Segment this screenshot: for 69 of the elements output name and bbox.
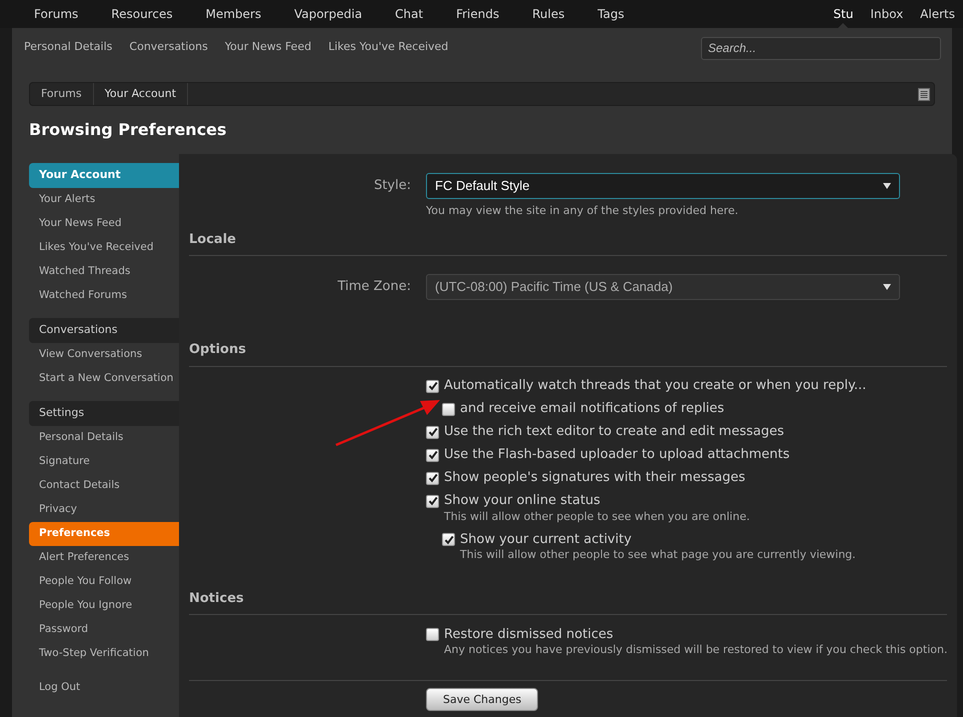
sidebar-item[interactable]: Likes You've Received bbox=[29, 236, 179, 260]
time-zone-select[interactable]: (UTC-08:00) Pacific Time (US & Canada) bbox=[426, 274, 900, 300]
option-hint: This will allow other people to see when you are online. bbox=[443, 508, 751, 524]
sidebar-item[interactable]: Privacy bbox=[29, 498, 179, 522]
sidebar-item[interactable]: Your Alerts bbox=[29, 188, 179, 212]
checkbox-label: Show people's signatures with their messages bbox=[444, 469, 746, 488]
search-field[interactable]: Search... bbox=[701, 36, 941, 60]
sidebar-item[interactable]: Two-Step Verification bbox=[29, 642, 179, 666]
sidebar-heading[interactable]: Conversations bbox=[29, 318, 179, 343]
checkbox[interactable] bbox=[426, 380, 439, 392]
sidebar-item[interactable]: View Conversations bbox=[29, 343, 179, 367]
sidebar-heading[interactable]: Settings bbox=[29, 401, 179, 426]
sub-nav-link[interactable]: Conversations bbox=[129, 38, 208, 56]
sub-nav-link[interactable]: Likes You've Received bbox=[328, 38, 448, 56]
checkbox-label: Show your current activity bbox=[460, 530, 632, 549]
sidebar-item[interactable]: Your News Feed bbox=[29, 212, 179, 236]
checkbox[interactable] bbox=[426, 448, 439, 462]
option-hint: This will allow other people to see what page you are currently viewing. bbox=[459, 547, 857, 563]
caret-icon bbox=[883, 183, 891, 189]
sub-nav-link[interactable]: Personal Details bbox=[24, 38, 112, 56]
nav-tab[interactable]: Friends bbox=[456, 5, 500, 23]
sidebar-item[interactable]: Contact Details bbox=[29, 474, 179, 498]
section-heading: Locale bbox=[189, 230, 948, 256]
checkbox-label: Use the Flash-based uploader to upload attachments bbox=[444, 446, 790, 464]
nav-tab[interactable]: Forums bbox=[34, 5, 78, 23]
nav-tab[interactable]: Tags bbox=[598, 5, 624, 23]
breadcrumb-link[interactable]: Your Account bbox=[94, 83, 188, 105]
section-heading: Options bbox=[189, 340, 948, 366]
checkbox-label: and receive email notifications of replies bbox=[460, 400, 724, 418]
sidebar-item[interactable]: Alert Preferences bbox=[29, 546, 179, 570]
checkbox[interactable] bbox=[442, 533, 455, 546]
nav-tab[interactable]: Resources bbox=[111, 5, 173, 23]
sidebar-item[interactable]: Log Out bbox=[29, 676, 179, 700]
menu-list-icon[interactable] bbox=[918, 88, 930, 100]
nav-tab[interactable]: Chat bbox=[395, 5, 424, 23]
checkbox-label: Use the rich text editor to create and edit messages bbox=[444, 423, 784, 442]
sidebar-heading[interactable]: Your Account bbox=[29, 163, 179, 188]
caret-icon bbox=[883, 284, 891, 290]
checkbox[interactable] bbox=[426, 494, 439, 508]
checkbox-label: Automatically watch threads that you create or when you reply... bbox=[444, 377, 866, 396]
sidebar-item[interactable]: Watched Threads bbox=[29, 260, 179, 284]
option-hint: Any notices you have previously dismissed will be restored to view if you check this option. bbox=[443, 642, 948, 658]
sidebar-item[interactable]: Personal Details bbox=[29, 426, 179, 450]
sidebar-item[interactable]: Signature bbox=[29, 450, 179, 474]
save-changes-button[interactable]: Save Changes bbox=[426, 688, 538, 712]
checkbox-label: Show your online status bbox=[444, 492, 600, 510]
sub-nav-link[interactable]: Your News Feed bbox=[224, 38, 312, 56]
checkbox[interactable] bbox=[426, 472, 439, 484]
section-heading: Notices bbox=[189, 588, 948, 615]
checkbox-label: Restore dismissed notices bbox=[444, 626, 614, 644]
field-label: Time Zone: bbox=[336, 278, 411, 296]
field-label: Style: bbox=[372, 177, 411, 196]
sidebar-item[interactable]: People You Follow bbox=[29, 570, 179, 594]
field-hint: You may view the site in any of the styles provided here. bbox=[425, 203, 740, 219]
page-title: Browsing Preferences bbox=[29, 119, 228, 141]
account-tab[interactable]: Inbox bbox=[870, 0, 904, 28]
sidebar-item[interactable]: Watched Forums bbox=[29, 284, 179, 308]
nav-tab[interactable]: Rules bbox=[532, 5, 565, 23]
checkbox[interactable] bbox=[426, 628, 439, 641]
account-tab[interactable]: Alerts bbox=[920, 0, 955, 28]
checkbox[interactable] bbox=[426, 426, 439, 438]
sidebar-item[interactable]: People You Ignore bbox=[29, 594, 179, 618]
nav-tab[interactable]: Vaporpedia bbox=[294, 5, 362, 23]
sidebar-item[interactable]: Password bbox=[29, 618, 179, 642]
checkbox[interactable] bbox=[442, 402, 455, 416]
style-select[interactable]: FC Default Style bbox=[426, 173, 900, 199]
nav-tab[interactable]: Members bbox=[206, 5, 262, 23]
sidebar-item[interactable]: Start a New Conversation bbox=[29, 367, 179, 391]
breadcrumb-link[interactable]: Forums bbox=[30, 83, 94, 105]
